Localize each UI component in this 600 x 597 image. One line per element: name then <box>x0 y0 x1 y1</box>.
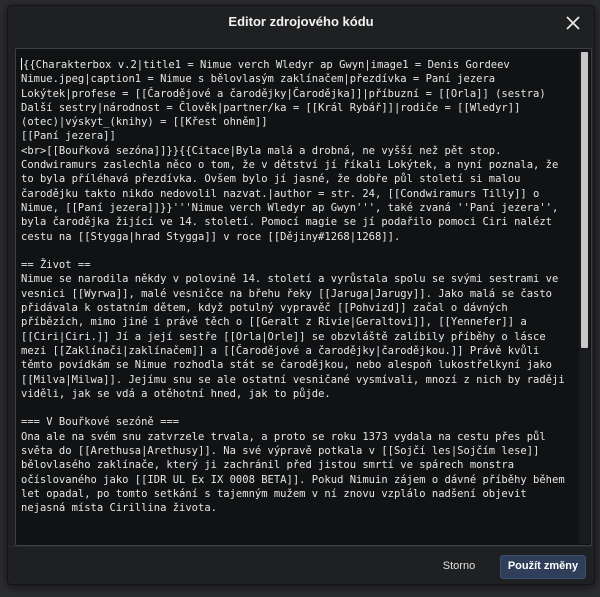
dialog-header: Editor zdrojového kódu <box>8 6 594 42</box>
cancel-button[interactable]: Storno <box>434 555 484 577</box>
editor-scrollbar[interactable] <box>579 50 590 544</box>
source-editor-dialog: Editor zdrojového kódu {{Charakterbox v.… <box>7 5 595 585</box>
close-icon <box>566 16 580 30</box>
text-cursor <box>21 58 22 70</box>
apply-changes-button[interactable]: Použít změny <box>500 555 586 579</box>
source-code-textarea[interactable]: {{Charakterbox v.2|title1 = Nimue verch … <box>15 48 592 546</box>
footer-divider <box>8 546 594 547</box>
close-button[interactable] <box>562 12 584 34</box>
dialog-title: Editor zdrojového kódu <box>228 14 374 29</box>
source-code-content[interactable]: {{Charakterbox v.2|title1 = Nimue verch … <box>21 58 574 516</box>
editor-scrollbar-thumb[interactable] <box>581 52 588 348</box>
source-code-text: {{Charakterbox v.2|title1 = Nimue verch … <box>21 59 565 515</box>
